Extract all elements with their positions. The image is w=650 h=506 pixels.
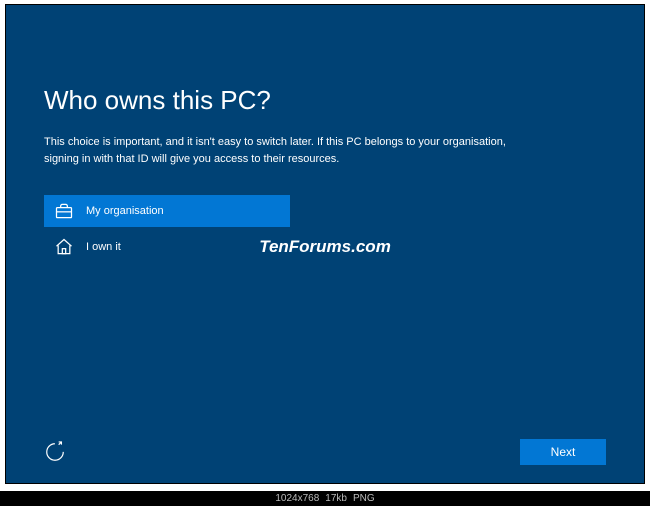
option-label: My organisation (86, 205, 164, 217)
option-label: I own it (86, 241, 121, 253)
page-title: Who owns this PC? (44, 85, 606, 116)
status-dimensions: 1024x768 (275, 493, 319, 504)
watermark-text: TenForums.com (259, 237, 391, 257)
home-icon (54, 237, 74, 257)
option-my-organisation[interactable]: My organisation (44, 195, 290, 227)
briefcase-icon (54, 201, 74, 221)
page-description: This choice is important, and it isn't e… (44, 134, 534, 167)
footer-bar: Next (44, 439, 606, 465)
image-status-bar: 1024x768 17kb PNG (0, 491, 650, 506)
option-i-own-it[interactable]: I own it (44, 231, 290, 263)
accessibility-icon[interactable] (44, 441, 66, 463)
status-format: PNG (353, 493, 375, 504)
status-filesize: 17kb (325, 493, 347, 504)
next-button[interactable]: Next (520, 439, 606, 465)
setup-screen: Who owns this PC? This choice is importa… (5, 4, 645, 484)
